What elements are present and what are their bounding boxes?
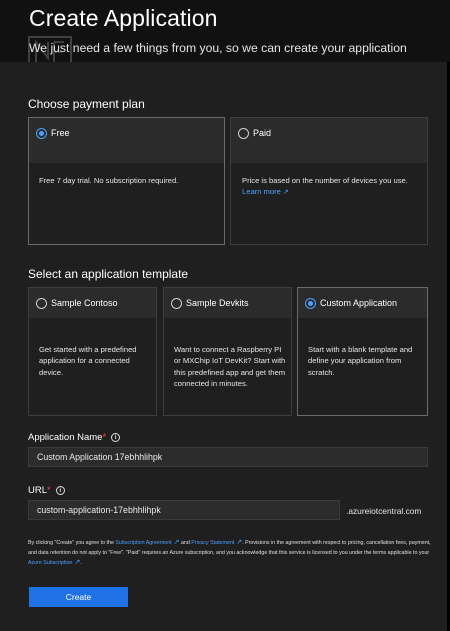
- url-label: URL* i: [28, 485, 65, 496]
- template-custom-label: Custom Application: [320, 298, 398, 308]
- template-card-sample-contoso[interactable]: Sample Contoso Get started with a predef…: [28, 287, 157, 416]
- plan-free-label: Free: [51, 128, 70, 138]
- template-contoso-description: Get started with a predefined applicatio…: [39, 345, 137, 377]
- plan-card-header: [231, 118, 427, 163]
- template-devkits-radio[interactable]: [171, 298, 182, 309]
- template-contoso-radio[interactable]: [36, 298, 47, 309]
- subscription-agreement-link[interactable]: Subscription Agreement: [115, 540, 171, 546]
- plan-card-header: [29, 118, 224, 163]
- plan-card-free[interactable]: Free Free 7 day trial. No subscription r…: [28, 117, 225, 245]
- create-button[interactable]: Create: [29, 587, 128, 607]
- url-input[interactable]: custom-application-17ebhhlihpk: [28, 500, 340, 520]
- legal-text: .: [80, 560, 82, 566]
- app-name-input[interactable]: Custom Application 17ebhhlihpk: [28, 447, 428, 467]
- external-link-icon: ↗: [282, 189, 289, 197]
- url-domain-suffix: .azureiotcentral.com: [346, 506, 422, 516]
- template-custom-description: Start with a blank template and define y…: [308, 345, 413, 377]
- payment-plan-heading: Choose payment plan: [28, 97, 145, 111]
- legal-notice: By clicking "Create" you agree to the Su…: [28, 538, 438, 569]
- learn-more-link[interactable]: Learn more: [242, 187, 281, 196]
- info-icon[interactable]: i: [55, 486, 65, 495]
- plan-paid-radio[interactable]: [238, 128, 249, 139]
- template-heading: Select an application template: [28, 267, 189, 281]
- template-card-sample-devkits[interactable]: Sample Devkits Want to connect a Raspber…: [163, 287, 292, 416]
- template-devkits-description: Want to connect a Raspberry PI or MXChip…: [174, 345, 286, 388]
- page-subtitle: We just need a few things from you, so w…: [29, 41, 407, 55]
- plan-paid-description: Price is based on the number of devices …: [242, 175, 422, 199]
- info-icon[interactable]: i: [111, 433, 121, 442]
- privacy-statement-link[interactable]: Privacy Statement: [191, 540, 234, 546]
- plan-paid-description-text: Price is based on the number of devices …: [242, 176, 408, 185]
- plan-paid-label: Paid: [253, 128, 272, 138]
- plan-card-paid[interactable]: Paid Price is based on the number of dev…: [230, 117, 428, 245]
- azure-subscription-link[interactable]: Azure Subscription: [28, 560, 72, 566]
- app-name-label: Application Name* i: [28, 432, 121, 443]
- legal-text: By clicking "Create" you agree to the: [28, 540, 116, 546]
- plan-free-radio[interactable]: [36, 128, 47, 139]
- page-header: Create Application We just need a few th…: [0, 0, 450, 62]
- page-title: Create Application: [29, 5, 218, 31]
- legal-text: and: [179, 540, 192, 546]
- url-label-text: URL: [28, 485, 48, 496]
- template-custom-radio[interactable]: [305, 298, 316, 309]
- template-contoso-label: Sample Contoso: [51, 298, 118, 308]
- template-devkits-label: Sample Devkits: [186, 298, 249, 308]
- required-mark: *: [47, 485, 51, 496]
- app-name-label-text: Application Name: [28, 432, 103, 443]
- plan-free-description: Free 7 day trial. No subscription requir…: [39, 176, 179, 185]
- required-mark: *: [102, 432, 107, 443]
- template-card-custom-application[interactable]: Custom Application Start with a blank te…: [297, 287, 428, 416]
